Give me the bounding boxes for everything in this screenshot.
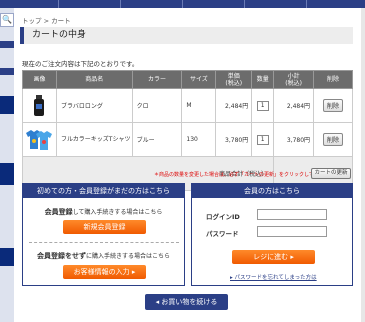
- unit-price: 2,484円: [215, 88, 253, 123]
- no-register-description: 会員登録をせずに購入手続きする場合はこちら: [36, 252, 170, 260]
- column-header: サイズ: [181, 70, 217, 89]
- search-icon[interactable]: 🔍: [0, 13, 14, 27]
- column-header: 小計 (税込): [273, 70, 315, 89]
- sidebar-band: [0, 68, 14, 75]
- login-id-label: ログインID: [206, 213, 240, 221]
- guest-panel: 初めての方・会員登録がまだの方はこちら 会員登録して購入手続きする場合はこちら …: [22, 183, 185, 286]
- product-image[interactable]: [22, 122, 57, 157]
- column-header: 削除: [313, 70, 353, 89]
- column-header: カラー: [131, 70, 183, 89]
- login-id-input[interactable]: [257, 209, 327, 220]
- column-header: 数量: [251, 70, 275, 89]
- breadcrumb-current: カート: [51, 17, 71, 25]
- tshirt-product-image: [26, 129, 53, 150]
- quantity-input[interactable]: 1: [256, 134, 269, 145]
- intro-text: 現在のご注文内容は下記のとおりです。: [22, 60, 139, 68]
- breadcrumb: トップ > カート: [22, 15, 71, 25]
- column-header: 単価 (税込): [215, 70, 253, 89]
- breadcrumb-separator: >: [43, 17, 52, 25]
- breadcrumb-home[interactable]: トップ: [22, 17, 42, 25]
- product-size: M: [181, 88, 217, 123]
- product-size: 130: [181, 122, 217, 157]
- unit-price: 3,780円: [215, 122, 253, 157]
- register-button[interactable]: 新規会員登録: [63, 220, 146, 234]
- sidebar-band: [0, 41, 14, 48]
- sidebar-block: [0, 163, 14, 185]
- delete-button[interactable]: 削除: [323, 133, 344, 146]
- continue-shopping-button[interactable]: ◂ お買い物を続ける: [145, 294, 228, 310]
- sidebar-block: [0, 248, 14, 266]
- scrollbar[interactable]: [361, 8, 365, 322]
- update-cart-button[interactable]: カートの更新: [311, 168, 351, 179]
- table-row: フルカラーキッズTシャツ ブルー 130 3,780円 1 3,780円 削除: [22, 122, 353, 157]
- enter-info-button[interactable]: お客様情報の入力 ▸: [63, 265, 146, 279]
- product-color: ブルー: [131, 122, 183, 157]
- subtotal: 2,484円: [273, 88, 315, 123]
- table-row: ブラバロロング クロ M 2,484円 1 2,484円 削除: [22, 88, 353, 123]
- sidebar-block: [0, 96, 14, 114]
- member-panel: 会員の方はこちら ログインID パスワード レジに進む ▸ ▸ パスワードを忘れ…: [191, 183, 353, 286]
- product-color: クロ: [131, 88, 183, 123]
- column-header: 商品名: [55, 70, 133, 89]
- table-header-row: 画像 商品名 カラー サイズ 単価 (税込) 数量 小計 (税込) 削除: [22, 70, 353, 89]
- product-name[interactable]: フルカラーキッズTシャツ: [55, 122, 133, 157]
- column-header: 画像: [22, 70, 57, 89]
- forgot-password-link[interactable]: ▸ パスワードを忘れてしまった方は: [230, 273, 317, 281]
- cart-page: 🔍 トップ > カート カートの中身 現在のご注文内容は下記のとおりです。 画像…: [0, 0, 365, 322]
- page-title: カートの中身: [20, 27, 353, 44]
- subtotal: 3,780円: [273, 122, 315, 157]
- product-name[interactable]: ブラバロロング: [55, 88, 133, 123]
- member-panel-heading: 会員の方はこちら: [192, 184, 352, 198]
- divider: [29, 242, 179, 243]
- sidebar: 🔍: [0, 8, 14, 322]
- password-label: パスワード: [206, 230, 239, 238]
- delete-button[interactable]: 削除: [323, 99, 344, 112]
- product-image[interactable]: [22, 88, 57, 123]
- top-navigation-bar: [0, 0, 365, 8]
- quantity-input[interactable]: 1: [256, 100, 269, 111]
- register-description: 会員登録して購入手続きする場合はこちら: [44, 208, 163, 216]
- bottle-product-image: [34, 94, 45, 116]
- checkout-button[interactable]: レジに進む ▸: [232, 250, 315, 264]
- password-input[interactable]: [257, 226, 327, 237]
- guest-panel-heading: 初めての方・会員登録がまだの方はこちら: [23, 184, 184, 198]
